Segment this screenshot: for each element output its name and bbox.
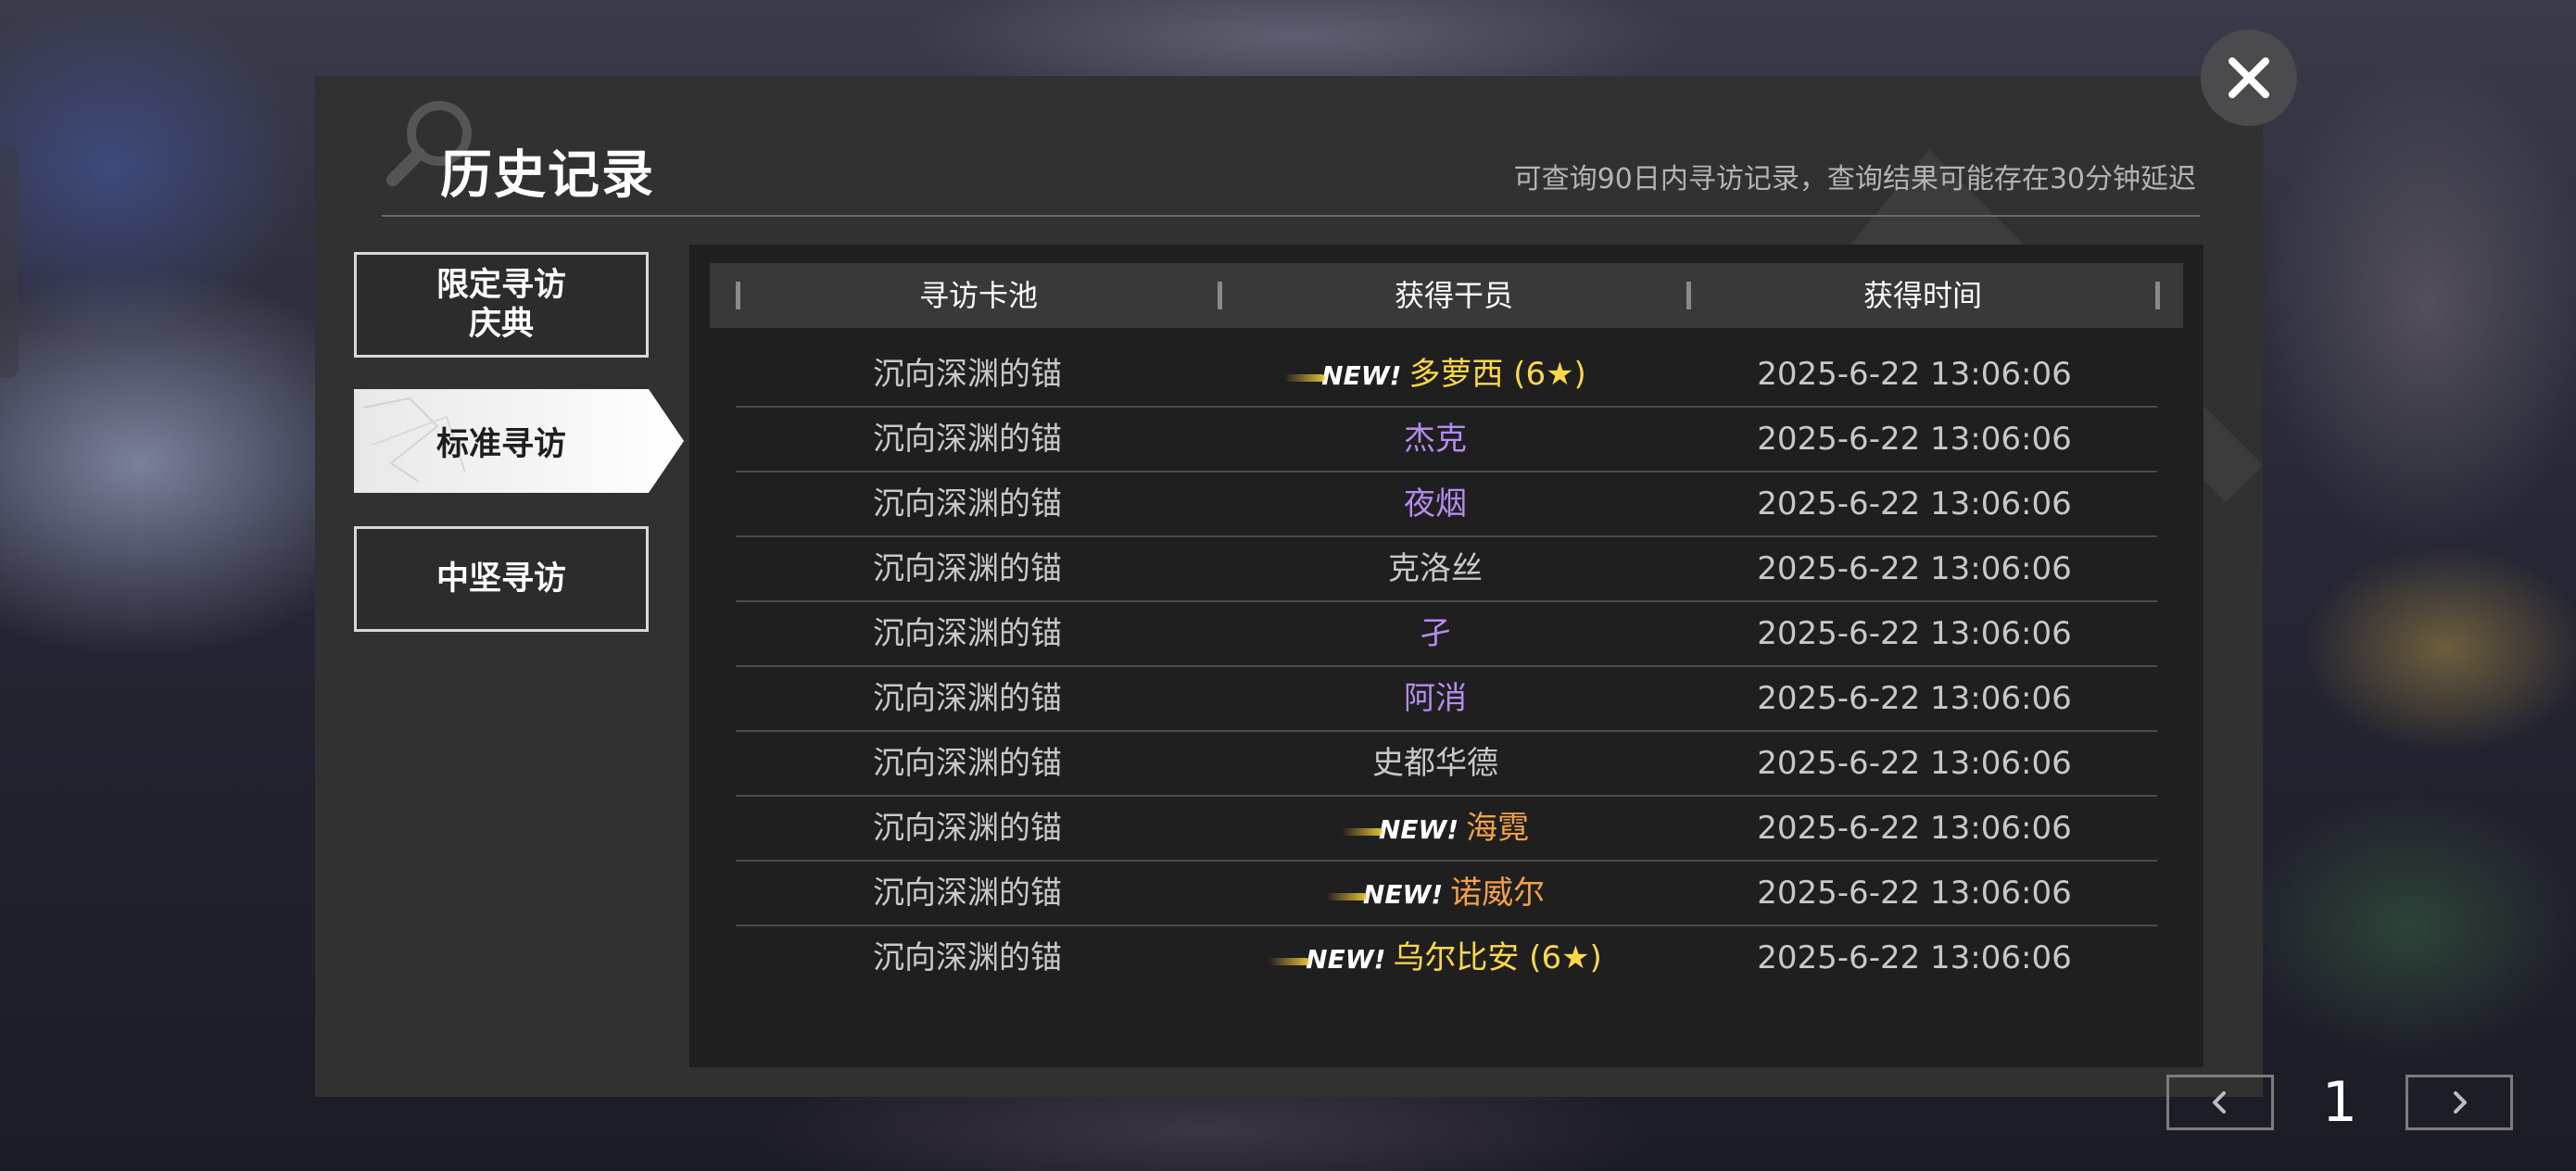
close-button[interactable] — [2201, 30, 2297, 126]
new-badge: NEW! — [1284, 345, 1401, 408]
table-header: 寻访卡池 获得干员 获得时间 — [710, 263, 2183, 328]
page-title: 历史记录 — [440, 145, 655, 206]
chevron-left-icon — [2213, 1091, 2226, 1114]
chevron-right-icon — [2454, 1091, 2467, 1114]
table-row: 沉向深渊的锚 NEW! 海霓 2025-6-22 13:06:06 — [736, 797, 2157, 862]
background-side-tab — [0, 146, 19, 378]
nav-core-headhunting[interactable]: 中坚寻访 — [354, 526, 649, 632]
table-row: 沉向深渊的锚 夜烟 2025-6-22 13:06:06 — [736, 472, 2157, 537]
row-time: 2025-6-22 13:06:06 — [1757, 550, 2072, 587]
table-row: 沉向深渊的锚 NEW! 诺威尔 2025-6-22 13:06:06 — [736, 862, 2157, 926]
row-operator: 阿消 — [1199, 667, 1672, 730]
nav-item-label: 中坚寻访 — [436, 560, 566, 598]
nav-item-label: 限定寻访 庆典 — [436, 267, 566, 343]
nav-item-label: 标准寻访 — [436, 425, 566, 463]
row-time: 2025-6-22 13:06:06 — [1757, 485, 2072, 523]
row-time: 2025-6-22 13:06:06 — [1757, 745, 2072, 782]
table-row: 沉向深渊的锚 NEW! 乌尔比安 (6★) 2025-6-22 13:06:06 — [736, 926, 2157, 989]
history-dialog: 历史记录 可查询90日内寻访记录，查询结果可能存在30分钟延迟 限定寻访 庆典 … — [315, 76, 2513, 1135]
operator-name: 乌尔比安 (6★) — [1393, 939, 1602, 976]
row-banner: 沉向深渊的锚 — [873, 810, 1062, 847]
new-badge: NEW! — [1341, 799, 1458, 862]
row-operator: NEW! 多萝西 (6★) — [1199, 343, 1672, 406]
row-operator: 克洛丝 — [1199, 537, 1672, 600]
row-operator: 孑 — [1199, 602, 1672, 665]
row-banner: 沉向深渊的锚 — [873, 745, 1062, 782]
query-notice: 可查询90日内寻访记录，查询结果可能存在30分钟延迟 — [1513, 163, 2196, 195]
close-icon — [2229, 57, 2269, 98]
operator-name: 阿消 — [1404, 680, 1467, 717]
row-time: 2025-6-22 13:06:06 — [1757, 810, 2072, 847]
row-operator: 史都华德 — [1199, 732, 1672, 795]
row-banner: 沉向深渊的锚 — [873, 356, 1062, 393]
operator-name: 史都华德 — [1372, 745, 1498, 782]
nav-standard-headhunting[interactable]: 标准寻访 — [354, 389, 684, 493]
header-time: 获得时间 — [1863, 278, 1982, 313]
operator-name: 海霓 — [1466, 810, 1530, 847]
row-time: 2025-6-22 13:06:06 — [1757, 939, 2072, 976]
row-banner: 沉向深渊的锚 — [873, 875, 1062, 912]
next-page-button[interactable] — [2406, 1075, 2513, 1130]
row-banner: 沉向深渊的锚 — [873, 550, 1062, 587]
row-banner: 沉向深渊的锚 — [873, 680, 1062, 717]
nav-limited-headhunting[interactable]: 限定寻访 庆典 — [354, 252, 649, 358]
new-badge: NEW! — [1325, 863, 1443, 926]
table-row: 沉向深渊的锚 孑 2025-6-22 13:06:06 — [736, 602, 2157, 667]
table-row: 沉向深渊的锚 阿消 2025-6-22 13:06:06 — [736, 667, 2157, 732]
row-banner: 沉向深渊的锚 — [873, 939, 1062, 976]
operator-name: 克洛丝 — [1388, 550, 1483, 587]
row-time: 2025-6-22 13:06:06 — [1757, 421, 2072, 458]
row-time: 2025-6-22 13:06:06 — [1757, 356, 2072, 393]
row-operator: 杰克 — [1199, 408, 1672, 471]
header-operator: 获得干员 — [1394, 278, 1513, 313]
row-time: 2025-6-22 13:06:06 — [1757, 680, 2072, 717]
row-banner: 沉向深渊的锚 — [873, 485, 1062, 523]
operator-name: 诺威尔 — [1450, 875, 1546, 912]
row-operator: 夜烟 — [1199, 472, 1672, 535]
row-banner: 沉向深渊的锚 — [873, 615, 1062, 652]
header-banner: 寻访卡池 — [918, 278, 1038, 313]
row-operator: NEW! 诺威尔 — [1199, 862, 1672, 925]
row-time: 2025-6-22 13:06:06 — [1757, 615, 2072, 652]
operator-name: 杰克 — [1404, 421, 1467, 458]
prev-page-button[interactable] — [2166, 1075, 2274, 1130]
new-badge: NEW! — [1269, 928, 1385, 991]
operator-name: 夜烟 — [1404, 485, 1467, 523]
history-table-panel: 寻访卡池 获得干员 获得时间 沉向深渊的锚 NEW! 多萝西 (6★) 2025-6-… — [689, 245, 2513, 1135]
table-row: 沉向深渊的锚 NEW! 多萝西 (6★) 2025-6-22 13:06:06 — [736, 343, 2157, 408]
row-banner: 沉向深渊的锚 — [873, 421, 1062, 458]
operator-name: 多萝西 (6★) — [1408, 356, 1586, 393]
history-rows: 沉向深渊的锚 NEW! 多萝西 (6★) 2025-6-22 13:06:06 沉向深渊… — [736, 343, 2157, 989]
row-operator: NEW! 乌尔比安 (6★) — [1199, 926, 1672, 989]
operator-name: 孑 — [1420, 615, 1451, 652]
table-row: 沉向深渊的锚 史都华德 2025-6-22 13:06:06 — [736, 732, 2157, 797]
row-operator: NEW! 海霓 — [1199, 797, 1672, 860]
page-number: 1 — [2321, 1070, 2358, 1135]
row-time: 2025-6-22 13:06:06 — [1757, 875, 2072, 912]
table-row: 沉向深渊的锚 杰克 2025-6-22 13:06:06 — [736, 408, 2157, 472]
title-divider — [382, 215, 2200, 217]
table-row: 沉向深渊的锚 克洛丝 2025-6-22 13:06:06 — [736, 537, 2157, 602]
